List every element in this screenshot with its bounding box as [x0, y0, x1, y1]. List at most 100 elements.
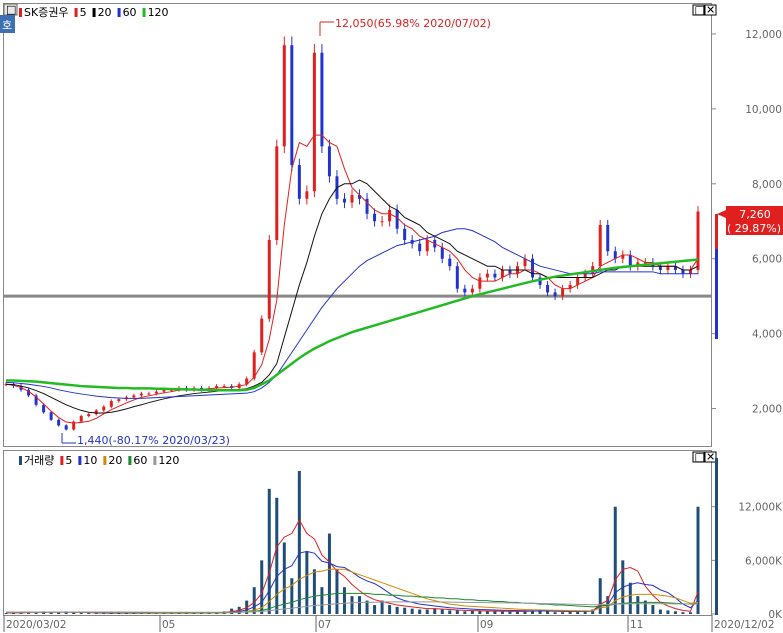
volume-y-tick-label: 12,000K — [738, 502, 783, 514]
price-legend-item-swatch — [74, 8, 78, 17]
high-label: 12,050(65.98% 2020/07/02) — [335, 17, 491, 30]
volume-bar — [260, 560, 264, 614]
price-candle — [463, 288, 467, 293]
price-candle — [117, 399, 121, 402]
price-legend-item-label: SK증권우 — [24, 6, 69, 19]
price-candle — [485, 273, 489, 278]
volume-bar — [380, 600, 384, 614]
price-candle — [425, 239, 429, 252]
volume-bar — [696, 506, 700, 614]
volume-bar — [636, 596, 640, 614]
volume-bar — [553, 612, 557, 614]
volume-legend-item-swatch — [78, 456, 82, 465]
volume-bar — [410, 608, 414, 614]
price-candle — [606, 225, 610, 252]
price-candle — [553, 292, 557, 297]
price-pane-corner-button[interactable]: □ — [6, 3, 16, 16]
volume-bar — [87, 613, 91, 614]
price-candle — [500, 269, 504, 278]
volume-bar — [418, 609, 422, 614]
price-candle — [275, 146, 279, 240]
volume-bar — [666, 610, 670, 614]
price-candle — [154, 391, 158, 394]
low-label: 1,440(-80.17% 2020/03/23) — [77, 434, 230, 447]
price-legend-item-label: 20 — [98, 6, 112, 19]
price-legend-item-swatch — [117, 8, 121, 17]
volume-pane-controls[interactable]: □ ✕ — [692, 451, 717, 464]
price-candle — [681, 269, 685, 274]
volume-bar — [403, 607, 407, 614]
volume-bar — [275, 497, 279, 614]
volume-bar — [628, 582, 632, 614]
price-candle — [546, 284, 550, 293]
price-y-tick-label: 2,000 — [752, 404, 782, 416]
price-pane-close-button[interactable]: ✕ — [706, 4, 715, 17]
volume-y-axis: 12,000K6,000K0K — [711, 502, 783, 621]
volume-bar — [440, 609, 444, 614]
price-candle — [658, 266, 662, 270]
price-candle — [598, 225, 602, 267]
price-candle — [260, 318, 264, 353]
volume-bar — [282, 542, 286, 614]
price-candle — [583, 273, 587, 278]
price-pane-max-button[interactable]: □ — [695, 4, 705, 17]
volume-bar — [350, 596, 354, 614]
price-candle — [666, 266, 670, 270]
price-y-tick-label: 8,000 — [752, 179, 782, 191]
x-tick-label: 09 — [480, 619, 493, 631]
current-change: ( 29.87%) — [727, 222, 781, 235]
volume-bar — [546, 611, 550, 614]
volume-bar — [455, 610, 459, 614]
volume-bar — [395, 606, 399, 614]
price-candle — [320, 52, 324, 147]
price-candle — [267, 239, 271, 319]
price-candle — [388, 210, 392, 222]
x-axis: 2020/03/02 05 07 09 11 2020/12/02 — [3, 615, 775, 632]
volume-legend-item-label: 20 — [108, 454, 122, 467]
low-annotation: 1,440(-80.17% 2020/03/23) — [61, 433, 230, 447]
volume-legend-item-swatch — [103, 456, 107, 465]
price-candle — [576, 277, 580, 285]
price-legend-item-swatch — [19, 8, 22, 17]
price-candle — [395, 210, 399, 229]
volume-bar — [267, 488, 271, 614]
volume-pane-close-button[interactable]: ✕ — [706, 451, 715, 464]
price-candle — [628, 254, 632, 267]
price-candle — [282, 45, 286, 147]
price-legend-item-label: 120 — [148, 6, 169, 19]
price-candle — [147, 393, 151, 395]
price-legend-item-swatch — [142, 8, 146, 17]
price-y-tick-label: 4,000 — [752, 329, 782, 341]
price-legend-item-label: 5 — [80, 6, 87, 19]
volume-legend-item-label: 60 — [133, 454, 147, 467]
price-candle — [508, 269, 512, 274]
volume-bar — [388, 605, 392, 614]
volume-pane-max-button[interactable]: □ — [695, 451, 705, 464]
volume-bar — [320, 587, 324, 614]
volume-bar — [561, 612, 565, 614]
volume-bar — [327, 533, 331, 614]
volume-bar — [342, 587, 346, 614]
side-tab-label[interactable]: 호 — [2, 19, 12, 32]
volume-bar — [463, 611, 467, 614]
volume-legend-item-label: 10 — [83, 454, 97, 467]
price-candle — [440, 247, 444, 259]
volume-legend-item-label: 5 — [65, 454, 72, 467]
price-candle — [455, 266, 459, 289]
price-candle — [327, 146, 331, 177]
volume-bar — [27, 613, 31, 614]
price-candle — [470, 288, 474, 293]
price-candle — [102, 406, 106, 411]
volume-bar — [681, 612, 685, 614]
price-candle — [696, 211, 700, 270]
price-candle — [57, 419, 61, 426]
price-candle — [403, 228, 407, 240]
volume-bar — [358, 596, 362, 614]
price-candle — [305, 191, 309, 199]
volume-legend-item-swatch — [128, 456, 132, 465]
price-candle — [418, 243, 422, 252]
price-candle — [109, 401, 113, 407]
volume-y-tick-label: 6,000K — [745, 555, 783, 567]
volume-legend-item-label: 거래량 — [24, 454, 54, 467]
price-candle — [493, 273, 497, 278]
